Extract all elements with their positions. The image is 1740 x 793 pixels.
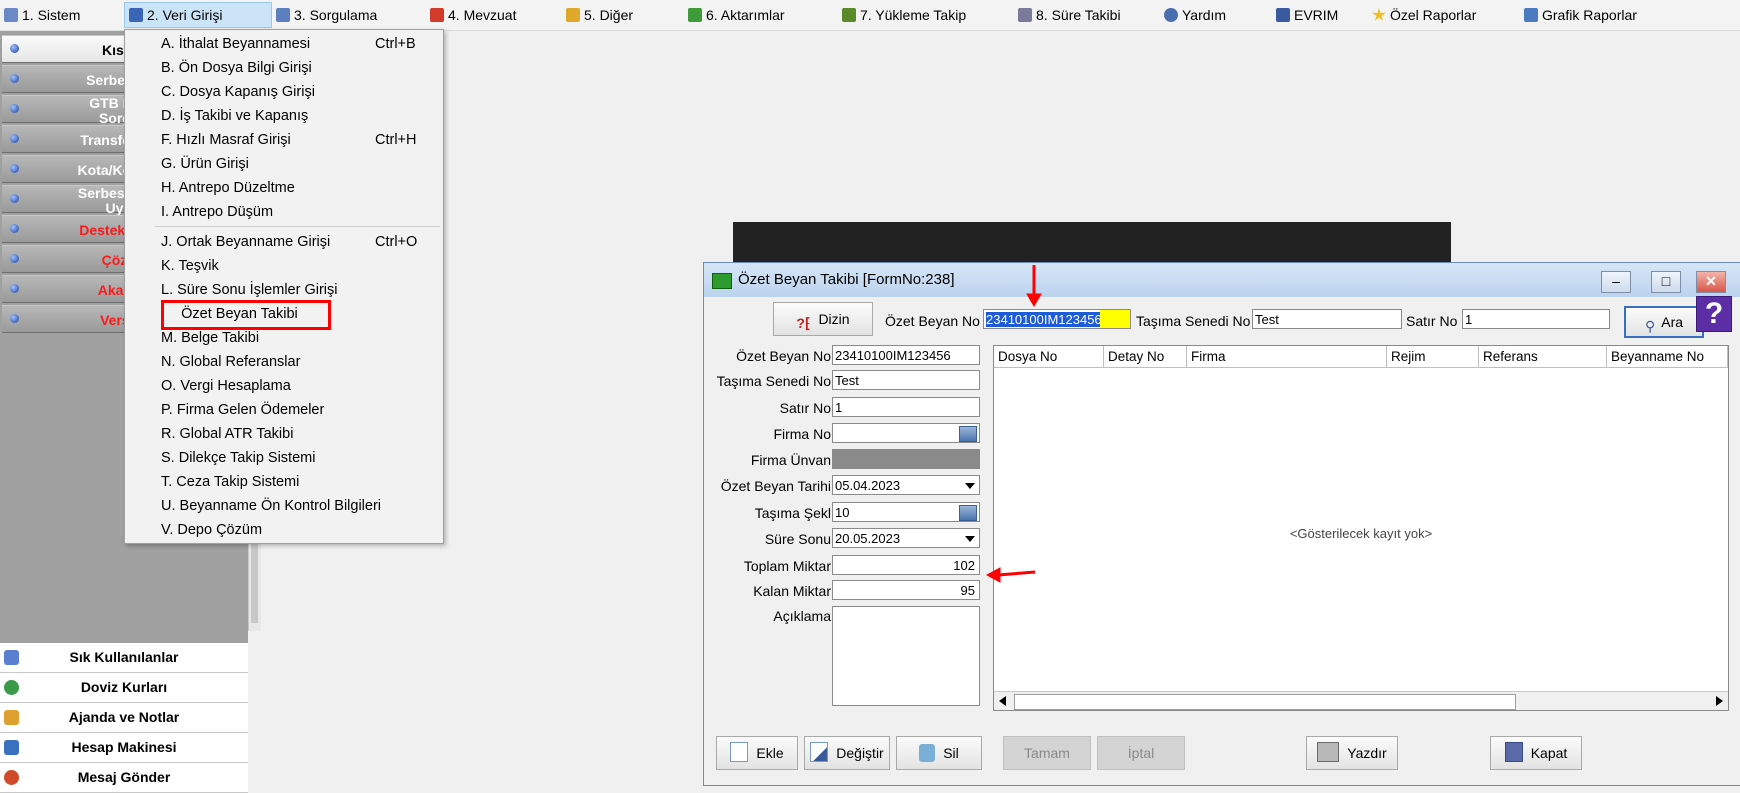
left-arrow-annotation <box>985 567 1036 583</box>
down-arrow-annotation <box>1026 265 1042 307</box>
annotation-arrows <box>985 265 1042 583</box>
